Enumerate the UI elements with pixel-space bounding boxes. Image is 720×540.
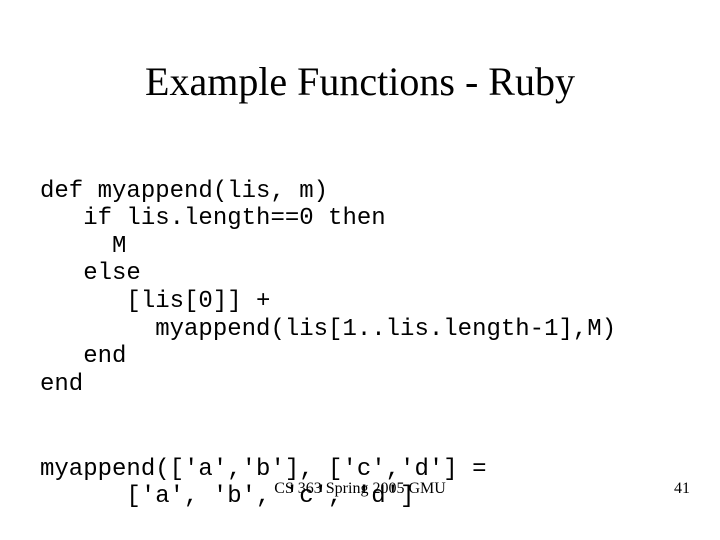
- code-line-3: M: [40, 233, 126, 260]
- example-block: myappend(['a','b'], ['c','d'] = ['a', 'b…: [40, 428, 680, 511]
- slide: Example Functions - Ruby def myappend(li…: [0, 0, 720, 540]
- footer-course: CS 363 Spring 2005 GMU: [0, 480, 720, 498]
- footer-page-number: 41: [674, 480, 690, 498]
- code-line-2: if lis.length==0 then: [40, 205, 386, 232]
- code-line-1: def myappend(lis, m): [40, 178, 328, 205]
- example-line-1: myappend(['a','b'], ['c','d'] =: [40, 456, 486, 483]
- code-line-6: myappend(lis[1..lis.length-1],M): [40, 316, 616, 343]
- code-line-7: end: [40, 343, 126, 370]
- slide-title: Example Functions - Ruby: [0, 58, 720, 105]
- code-line-5: [lis[0]] +: [40, 288, 270, 315]
- code-block: def myappend(lis, m) if lis.length==0 th…: [40, 150, 680, 398]
- code-line-8: end: [40, 371, 83, 398]
- code-line-4: else: [40, 260, 141, 287]
